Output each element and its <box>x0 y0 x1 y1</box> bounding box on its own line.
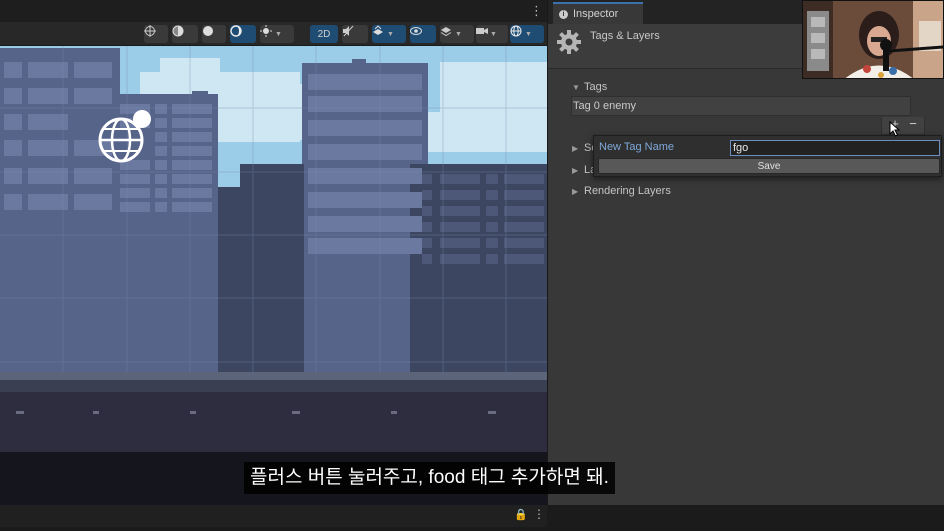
sphere-icon <box>172 25 184 37</box>
webcam-image <box>803 1 943 78</box>
tags-foldout[interactable]: ▼ Tags <box>572 81 607 93</box>
chevron-down-icon: ▼ <box>387 30 394 38</box>
street-ground <box>0 392 547 452</box>
scene-view[interactable]: ▼ 2D ▼ ▼ ▼ ▼ <box>0 22 547 505</box>
scene-footer <box>0 505 547 527</box>
mute-icon <box>343 25 354 37</box>
gear-icon <box>557 30 581 54</box>
save-button[interactable]: Save <box>598 158 940 174</box>
chevron-down-icon: ▼ <box>490 30 497 38</box>
sun-icon <box>260 25 272 37</box>
mouse-cursor-icon <box>889 121 901 137</box>
chevron-down-icon: ▼ <box>572 82 580 92</box>
camera-icon <box>476 28 488 34</box>
layers-button[interactable]: ▼ <box>440 25 474 43</box>
chevron-down-icon: ▼ <box>525 30 532 38</box>
info-icon: i <box>559 9 568 19</box>
street-curb <box>0 372 547 380</box>
chevron-right-icon: ▶ <box>572 165 579 175</box>
rendering-layers-label: Rendering Layers <box>584 185 671 197</box>
lock-icon[interactable]: 🔒 <box>514 508 528 521</box>
page-title: Tags & Layers <box>590 30 660 42</box>
shading-mode-button[interactable] <box>172 25 198 43</box>
circle-icon <box>203 26 213 36</box>
effects-icon <box>373 25 383 35</box>
visibility-button[interactable] <box>410 25 436 43</box>
new-tag-popup: New Tag Name fgo Save <box>593 135 942 177</box>
tab-inspector[interactable]: i Inspector <box>553 2 643 24</box>
street-rail <box>0 380 547 392</box>
lighting-button[interactable]: ▼ <box>260 25 294 43</box>
crosshair-icon <box>144 25 156 37</box>
screen: ⋮ ▼ 2D ▼ ▼ ▼ ▼ i Inspector Tags & Layers… <box>0 0 944 531</box>
moon-icon <box>230 25 242 37</box>
footer-menu-icon[interactable]: ⋮ <box>533 507 545 521</box>
pivot-toggle-button[interactable] <box>144 25 168 43</box>
tags-label: Tags <box>584 81 608 93</box>
camera-button[interactable]: ▼ <box>476 25 508 43</box>
layers-icon <box>440 27 452 37</box>
eye-icon <box>410 27 422 35</box>
new-tag-name-input[interactable]: fgo <box>730 140 940 156</box>
chevron-right-icon: ▶ <box>572 143 579 153</box>
tag-item-label: Tag 0 enemy <box>573 100 636 112</box>
webcam-overlay <box>802 0 944 79</box>
scene-menu-icon[interactable]: ⋮ <box>530 4 543 18</box>
2d-toggle-button[interactable]: 2D <box>310 25 338 43</box>
tab-inspector-label: Inspector <box>573 8 619 20</box>
list-item[interactable]: Tag 0 enemy <box>571 96 911 116</box>
rendering-layers-foldout[interactable]: ▶ Rendering Layers <box>572 185 671 197</box>
wireframe-button[interactable] <box>230 25 256 43</box>
audio-toggle-button[interactable] <box>342 25 368 43</box>
chevron-down-icon: ▼ <box>275 30 282 38</box>
shaded-button[interactable] <box>202 25 226 43</box>
scene-toolbar: ▼ 2D ▼ ▼ ▼ ▼ <box>0 22 547 46</box>
effects-button[interactable]: ▼ <box>372 25 406 43</box>
new-tag-name-label: New Tag Name <box>599 141 674 153</box>
subtitle-caption: 플러스 버튼 눌러주고, food 태그 추가하면 돼. <box>244 462 615 494</box>
chevron-right-icon: ▶ <box>572 186 579 196</box>
gizmos-button[interactable]: ▼ <box>510 25 544 43</box>
scene-canvas <box>0 46 547 505</box>
remove-tag-button[interactable]: − <box>906 117 920 132</box>
chevron-down-icon: ▼ <box>455 30 462 38</box>
globe-icon <box>510 25 522 37</box>
